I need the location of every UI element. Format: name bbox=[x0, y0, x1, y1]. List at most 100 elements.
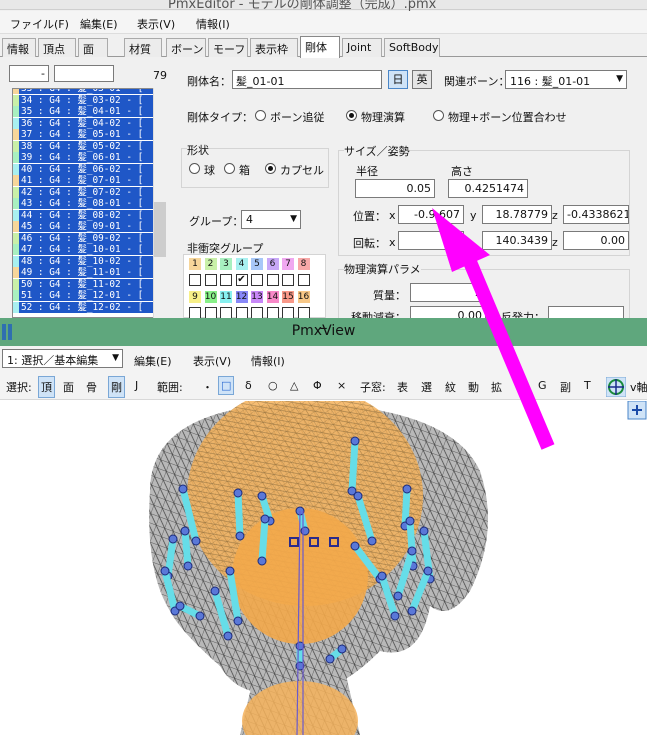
tab-morph[interactable]: モーフ bbox=[208, 38, 248, 57]
bone-joint[interactable] bbox=[350, 541, 360, 551]
no-collision-checkbox[interactable] bbox=[266, 307, 279, 318]
pos-x-input[interactable]: -0.9 607 bbox=[398, 205, 464, 224]
body-type-physics-radio[interactable] bbox=[346, 110, 357, 121]
related-bone-select[interactable]: 116 : 髪_01-01 ▼ bbox=[505, 70, 627, 89]
bone-joint[interactable] bbox=[402, 484, 412, 494]
subwindow-move-button[interactable]: 動 bbox=[468, 379, 479, 395]
bone-joint[interactable] bbox=[183, 561, 193, 571]
bone-joint[interactable] bbox=[367, 536, 377, 546]
menu-info[interactable]: 情報(I) bbox=[196, 16, 230, 32]
no-collision-checkbox[interactable] bbox=[297, 274, 310, 286]
rot-x-input[interactable]: - bbox=[398, 231, 464, 250]
bone-joint[interactable] bbox=[178, 484, 188, 494]
subwindow-table-button[interactable]: 表 bbox=[397, 379, 408, 395]
menu-edit[interactable]: 編集(E) bbox=[80, 16, 118, 32]
pos-z-input[interactable]: -0.4338621 bbox=[563, 205, 629, 224]
hair-capsule[interactable] bbox=[348, 437, 359, 495]
bone-joint[interactable] bbox=[210, 586, 220, 596]
range-triangle-button[interactable]: △ bbox=[290, 379, 298, 392]
list-item[interactable]: 35 : G4 : 髪_04-01 - [ bbox=[13, 106, 154, 117]
range-circle-button[interactable]: ○ bbox=[268, 379, 278, 392]
list-item[interactable]: 39 : G4 : 髪_06-01 - [ bbox=[13, 152, 154, 163]
subwindow-scale-button[interactable]: 拡 bbox=[491, 379, 502, 395]
bone-joint[interactable] bbox=[175, 601, 185, 611]
menu-view[interactable]: 表示(V) bbox=[137, 16, 175, 32]
bone-joint[interactable] bbox=[405, 516, 415, 526]
tab-bone[interactable]: ボーン bbox=[166, 38, 206, 57]
list-item[interactable]: 38 : G4 : 髪_05-02 - [ bbox=[13, 140, 154, 152]
no-collision-checkbox[interactable] bbox=[282, 307, 294, 318]
select-face-button[interactable]: 面 bbox=[63, 379, 74, 395]
range-box-button[interactable]: □ bbox=[218, 376, 235, 395]
list-item[interactable]: 33 : G4 : 髪_03-01 - [ bbox=[13, 89, 154, 94]
mass-input[interactable]: 2 bbox=[410, 283, 486, 302]
radius-input[interactable]: 0.05 bbox=[355, 179, 435, 198]
range-clear-button[interactable]: × bbox=[337, 379, 346, 392]
height-input[interactable]: 0.4251474 bbox=[448, 179, 528, 198]
bone-joint[interactable] bbox=[419, 526, 429, 536]
range-phi-button[interactable]: Φ bbox=[313, 379, 322, 392]
view-menu-view[interactable]: 表示(V) bbox=[193, 353, 231, 369]
no-collision-checkbox[interactable] bbox=[251, 307, 263, 318]
bone-joint[interactable] bbox=[393, 591, 403, 601]
view-axis-button[interactable]: v軸 bbox=[630, 379, 647, 395]
list-item[interactable]: 46 : G4 : 髪_09-02 - [ bbox=[13, 232, 154, 244]
no-collision-checkbox[interactable] bbox=[297, 307, 310, 318]
no-collision-checkbox[interactable] bbox=[251, 274, 263, 286]
list-item[interactable]: 36 : G4 : 髪_04-02 - [ bbox=[13, 117, 154, 129]
bone-joint[interactable] bbox=[191, 536, 201, 546]
select-rigid-button[interactable]: 剛 bbox=[108, 376, 125, 398]
list-item[interactable]: 49 : G4 : 髪_11-01 - [ bbox=[13, 267, 154, 278]
bone-joint[interactable] bbox=[300, 526, 310, 536]
list-item[interactable]: 51 : G4 : 髪_12-01 - [ bbox=[13, 290, 154, 301]
select-bone-button[interactable]: 骨 bbox=[86, 379, 97, 395]
bone-joint[interactable] bbox=[423, 566, 433, 576]
bone-joint[interactable] bbox=[350, 436, 360, 446]
body-name-input[interactable]: 髪_01-01 bbox=[232, 70, 382, 89]
tab-display-frame[interactable]: 表示枠 bbox=[250, 38, 298, 57]
bone-joint[interactable] bbox=[168, 534, 178, 544]
list-item[interactable]: 50 : G4 : 髪_11-02 - [ bbox=[13, 278, 154, 290]
list-item[interactable]: 52 : G4 : 髪_12-02 - [ bbox=[13, 301, 154, 313]
lang-jp-button[interactable]: 日 bbox=[388, 70, 408, 89]
t-button[interactable]: T bbox=[584, 379, 591, 392]
no-collision-checkbox[interactable] bbox=[204, 307, 217, 318]
bone-joint[interactable] bbox=[377, 571, 387, 581]
bone-joint[interactable] bbox=[257, 556, 267, 566]
body-type-physics-bone-radio[interactable] bbox=[433, 110, 444, 121]
list-item[interactable]: 42 : G4 : 髪_07-02 - [ bbox=[13, 186, 154, 198]
shape-sphere-radio[interactable] bbox=[189, 163, 200, 174]
list-item[interactable]: 43 : G4 : 髪_08-01 - [ bbox=[13, 198, 154, 209]
lang-en-button[interactable]: 英 bbox=[412, 70, 432, 89]
hair-capsule[interactable] bbox=[258, 515, 269, 565]
no-collision-checkbox[interactable] bbox=[266, 274, 279, 286]
no-collision-checkbox[interactable] bbox=[220, 307, 232, 318]
subwindow-select-button[interactable]: 選 bbox=[421, 379, 432, 395]
menu-file[interactable]: ファイル(F) bbox=[10, 16, 69, 32]
group-select[interactable]: 4 ▼ bbox=[241, 210, 301, 229]
no-collision-checkbox[interactable]: ✔ bbox=[235, 274, 248, 286]
mode-select[interactable]: 1: 選択／基本編集 ▼ bbox=[2, 349, 123, 368]
tab-face[interactable]: 面 bbox=[78, 38, 108, 57]
view-menu-info[interactable]: 情報(I) bbox=[251, 353, 285, 369]
bone-joint[interactable] bbox=[325, 654, 335, 664]
sub-button[interactable]: 副 bbox=[560, 379, 571, 395]
pos-y-input[interactable]: 18.78779 bbox=[482, 205, 552, 224]
bone-joint[interactable] bbox=[407, 546, 417, 556]
shape-box-radio[interactable] bbox=[224, 163, 235, 174]
bone-joint[interactable] bbox=[180, 526, 190, 536]
bone-joint[interactable] bbox=[233, 488, 243, 498]
tab-softbody[interactable]: SoftBody bbox=[384, 38, 440, 57]
rot-z-input[interactable]: 0.00 bbox=[563, 231, 629, 250]
bone-joint[interactable] bbox=[257, 491, 267, 501]
select-joint-button[interactable]: J bbox=[135, 379, 138, 392]
bone-joint[interactable] bbox=[195, 611, 205, 621]
tab-rigid-body[interactable]: 剛体 bbox=[300, 36, 340, 58]
no-collision-checkbox[interactable] bbox=[204, 274, 217, 286]
list-item[interactable]: 45 : G4 : 髪_09-01 - [ bbox=[13, 221, 154, 232]
minimize-icon[interactable]: – bbox=[0, 318, 647, 337]
bone-joint[interactable] bbox=[407, 606, 417, 616]
viewport-canvas[interactable] bbox=[0, 401, 647, 735]
no-collision-checkbox[interactable] bbox=[189, 274, 201, 286]
bone-joint[interactable] bbox=[337, 644, 347, 654]
